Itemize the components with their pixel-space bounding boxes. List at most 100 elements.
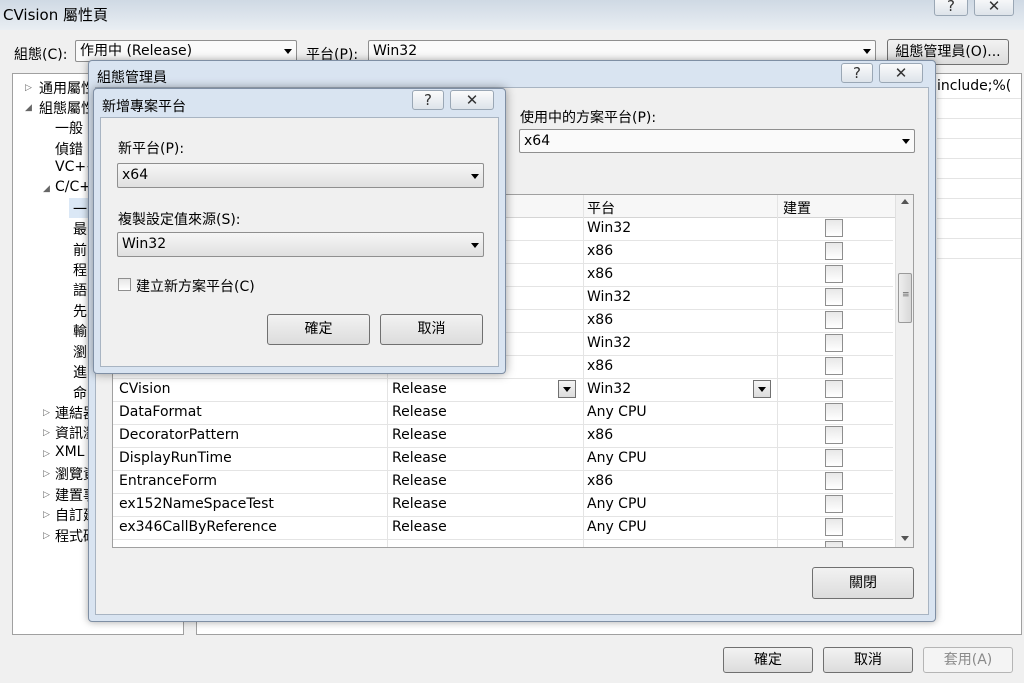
build-checkbox[interactable]	[825, 357, 843, 375]
active-platform-label: 使用中的方案平台(P):	[520, 110, 657, 126]
expand-icon[interactable]: ▷	[43, 449, 50, 459]
table-row[interactable]: DataFormat Release Any CPU	[113, 401, 893, 425]
tree-item-cc-child[interactable]: 輸	[73, 321, 87, 341]
table-row[interactable]	[113, 539, 893, 547]
expand-icon[interactable]: ▷	[43, 428, 50, 438]
tree-item-cc-child[interactable]: 瀏	[73, 342, 87, 362]
build-checkbox[interactable]	[825, 426, 843, 444]
new-platform-ok-button[interactable]: 確定	[267, 314, 370, 345]
project-platform[interactable]: Any CPU	[587, 450, 647, 466]
tree-item-xml[interactable]: XML	[55, 444, 84, 460]
tree-item-cc-child[interactable]: 語	[73, 280, 87, 300]
project-config[interactable]: Release	[392, 473, 447, 489]
project-platform[interactable]: Win32	[587, 289, 631, 305]
project-platform[interactable]: Win32	[587, 381, 631, 397]
apply-button-label: 套用(A)	[943, 652, 993, 668]
create-solution-label[interactable]: 建立新方案平台(C)	[136, 276, 255, 296]
copy-from-select[interactable]: Win32	[117, 232, 484, 257]
new-platform-cancel-button[interactable]: 取消	[380, 314, 483, 345]
apply-button[interactable]: 套用(A)	[923, 647, 1013, 673]
build-checkbox[interactable]	[825, 334, 843, 352]
project-config[interactable]: Release	[392, 519, 447, 535]
collapse-icon[interactable]: ◢	[25, 103, 32, 113]
project-platform[interactable]: x86	[587, 358, 613, 374]
tree-item-common[interactable]: 通用屬性	[39, 78, 95, 98]
build-checkbox[interactable]	[825, 288, 843, 306]
expand-icon[interactable]: ▷	[43, 490, 50, 500]
dropdown-button[interactable]	[753, 380, 771, 398]
project-config[interactable]: Release	[392, 496, 447, 512]
new-platform-select[interactable]: x64	[117, 163, 484, 188]
build-checkbox[interactable]	[825, 541, 843, 547]
build-checkbox[interactable]	[825, 518, 843, 536]
create-solution-checkbox[interactable]	[118, 278, 131, 291]
project-name: DecoratorPattern	[119, 427, 240, 443]
project-platform[interactable]: x86	[587, 473, 613, 489]
expand-icon[interactable]: ▷	[43, 531, 50, 541]
project-platform[interactable]: x86	[587, 243, 613, 259]
close-dialog-button[interactable]: 關閉	[812, 567, 914, 599]
tree-item-cc-child[interactable]: 程	[73, 260, 87, 280]
build-checkbox[interactable]	[825, 265, 843, 283]
table-row[interactable]: DisplayRunTime Release Any CPU	[113, 447, 893, 471]
project-config[interactable]: Release	[392, 450, 447, 466]
close-button[interactable]: ✕	[450, 90, 494, 110]
table-row[interactable]: CVision Release Win32	[113, 378, 893, 402]
chevron-down-icon	[758, 387, 766, 392]
build-checkbox[interactable]	[825, 219, 843, 237]
build-checkbox[interactable]	[825, 472, 843, 490]
table-row[interactable]: DecoratorPattern Release x86	[113, 424, 893, 448]
tree-item-cc-child[interactable]: 最	[73, 219, 87, 239]
build-checkbox[interactable]	[825, 242, 843, 260]
project-platform[interactable]: Any CPU	[587, 496, 647, 512]
project-platform[interactable]: Any CPU	[587, 519, 647, 535]
cancel-button[interactable]: 取消	[823, 647, 913, 673]
project-platform[interactable]: x86	[587, 427, 613, 443]
dropdown-button[interactable]	[558, 380, 576, 398]
close-button[interactable]: ✕	[879, 63, 923, 83]
tree-item-cc-child[interactable]: 先	[73, 301, 87, 321]
project-platform[interactable]: x86	[587, 312, 613, 328]
project-platform[interactable]: Any CPU	[587, 404, 647, 420]
tree-item-general[interactable]: 一般	[55, 118, 83, 138]
expand-icon[interactable]: ▷	[43, 510, 50, 520]
platform-select[interactable]: Win32	[368, 40, 876, 62]
new-platform-label: 新平台(P):	[118, 141, 185, 157]
close-button[interactable]: ✕	[974, 0, 1014, 16]
help-button[interactable]: ?	[934, 0, 968, 16]
grid-scrollbar[interactable]: ≡	[895, 195, 913, 547]
build-checkbox[interactable]	[825, 311, 843, 329]
project-name: ex152NameSpaceTest	[119, 496, 274, 512]
active-platform-select[interactable]: x64	[519, 129, 915, 153]
tree-item-cc-child[interactable]: 命	[73, 383, 87, 403]
ok-button[interactable]: 確定	[723, 647, 813, 673]
build-checkbox[interactable]	[825, 495, 843, 513]
tree-item-cc-child[interactable]: 進	[73, 362, 87, 382]
table-row[interactable]: ex346CallByReference Release Any CPU	[113, 516, 893, 540]
project-config[interactable]: Release	[392, 427, 447, 443]
scroll-thumb[interactable]: ≡	[898, 273, 912, 323]
build-checkbox[interactable]	[825, 403, 843, 421]
table-row[interactable]: ex152NameSpaceTest Release Any CPU	[113, 493, 893, 517]
tree-item-config[interactable]: 組態屬性	[39, 98, 95, 118]
project-platform[interactable]: Win32	[587, 220, 631, 236]
table-row[interactable]: EntranceForm Release x86	[113, 470, 893, 494]
collapse-icon[interactable]: ◢	[43, 184, 50, 194]
scroll-down-icon[interactable]	[901, 536, 909, 541]
expand-icon[interactable]: ▷	[25, 83, 32, 93]
project-platform[interactable]: Win32	[587, 335, 631, 351]
expand-icon[interactable]: ▷	[43, 408, 50, 418]
help-button[interactable]: ?	[412, 90, 444, 110]
tree-item-debug[interactable]: 偵錯	[55, 139, 83, 159]
tree-item-cc-child[interactable]: 前	[73, 240, 87, 260]
config-select[interactable]: 作用中 (Release)	[75, 40, 297, 62]
expand-icon[interactable]: ▷	[43, 469, 50, 479]
project-config[interactable]: Release	[392, 404, 447, 420]
project-platform[interactable]: x86	[587, 266, 613, 282]
project-config[interactable]: Release	[392, 381, 447, 397]
build-checkbox[interactable]	[825, 380, 843, 398]
build-checkbox[interactable]	[825, 449, 843, 467]
tree-item-cc-child[interactable]: 一	[73, 199, 87, 219]
scroll-up-icon[interactable]	[901, 199, 909, 204]
help-button[interactable]: ?	[841, 63, 873, 83]
